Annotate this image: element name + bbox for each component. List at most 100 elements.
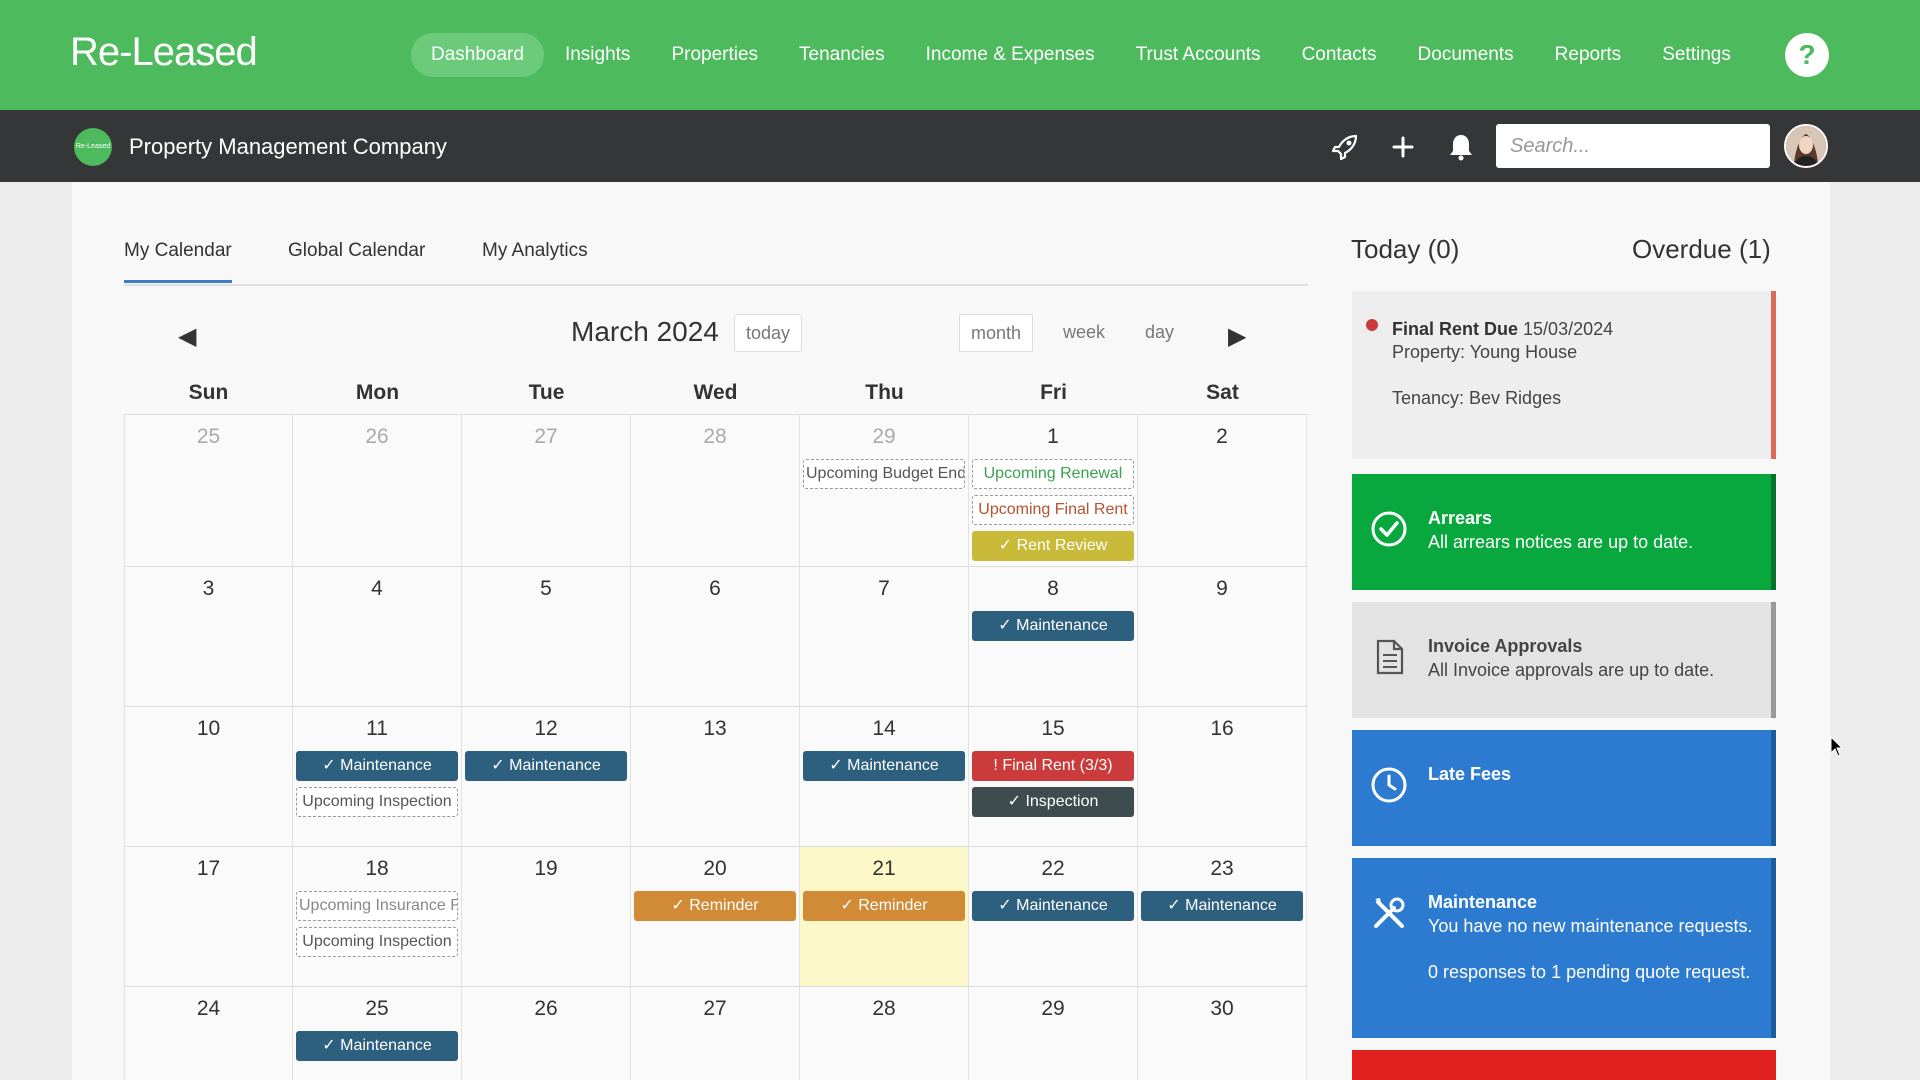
maintenance-title: Maintenance xyxy=(1428,892,1538,912)
tab-my-calendar[interactable]: My Calendar xyxy=(124,240,232,283)
arrears-card[interactable]: Arrears All arrears notices are up to da… xyxy=(1352,474,1776,590)
calendar-day[interactable]: 27 xyxy=(462,415,631,566)
search-input[interactable] xyxy=(1496,124,1770,168)
day-number: 21 xyxy=(872,857,896,880)
weekday-label: Mon xyxy=(355,381,400,404)
event-reminder[interactable]: ✓ Reminder xyxy=(803,891,965,921)
tab-my-analytics[interactable]: My Analytics xyxy=(482,240,588,262)
calendar-day[interactable]: 2 xyxy=(1138,415,1307,566)
bell-icon[interactable] xyxy=(1446,132,1476,162)
calendar-day[interactable]: 23 ✓ Maintenance xyxy=(1138,847,1307,986)
event-final-rent[interactable]: ! Final Rent (3/3) xyxy=(972,751,1134,781)
day-number: 17 xyxy=(196,857,221,880)
calendar-day[interactable]: 20 ✓ Reminder xyxy=(631,847,800,986)
app-logo[interactable]: Re-Leased xyxy=(70,30,258,75)
calendar-day[interactable]: 7 xyxy=(800,567,969,706)
invoice-approvals-card[interactable]: Invoice Approvals All Invoice approvals … xyxy=(1352,602,1776,718)
alert-card[interactable] xyxy=(1352,1050,1776,1080)
tab-global-calendar[interactable]: Global Calendar xyxy=(288,240,425,262)
calendar-day[interactable]: 16 xyxy=(1138,707,1307,846)
calendar-day[interactable]: 29 xyxy=(969,987,1138,1080)
event-maintenance[interactable]: ✓ Maintenance xyxy=(972,891,1134,921)
nav-documents[interactable]: Documents xyxy=(1398,33,1534,77)
calendar-day[interactable]: 28 xyxy=(631,415,800,566)
tools-icon xyxy=(1370,894,1408,932)
calendar-day[interactable]: 5 xyxy=(462,567,631,706)
nav-trust-accounts[interactable]: Trust Accounts xyxy=(1116,33,1281,77)
nav-properties[interactable]: Properties xyxy=(651,33,778,77)
event-upcoming-inspection[interactable]: Upcoming Inspection xyxy=(296,787,458,817)
calendar-day-today[interactable]: 21 ✓ Reminder xyxy=(800,847,969,986)
calendar-day[interactable]: 17 xyxy=(124,847,293,986)
view-day-button[interactable]: day xyxy=(1145,322,1174,343)
event-inspection[interactable]: ✓ Inspection xyxy=(972,787,1134,817)
next-month-button[interactable]: ▶ xyxy=(1228,322,1246,351)
nav-settings[interactable]: Settings xyxy=(1642,33,1751,77)
overdue-tab[interactable]: Overdue (1) xyxy=(1632,234,1771,265)
calendar-day[interactable]: 8 ✓ Maintenance xyxy=(969,567,1138,706)
calendar-day[interactable]: 12 ✓ Maintenance xyxy=(462,707,631,846)
view-week-button[interactable]: week xyxy=(1063,322,1105,343)
late-fees-card[interactable]: Late Fees xyxy=(1352,730,1776,846)
event-upcoming-insurance-renewal[interactable]: Upcoming Insurance Renewal xyxy=(296,891,458,921)
event-maintenance[interactable]: ✓ Maintenance xyxy=(803,751,965,781)
overdue-tenancy: Tenancy: Bev Ridges xyxy=(1392,388,1562,408)
weekday-label: Sat xyxy=(1206,381,1239,404)
calendar-day[interactable]: 28 xyxy=(800,987,969,1080)
event-upcoming-renewal[interactable]: Upcoming Renewal xyxy=(972,459,1134,489)
calendar-day[interactable]: 25 xyxy=(124,415,293,566)
plus-icon[interactable] xyxy=(1388,132,1418,162)
calendar-week: 25 26 27 28 29 Upcoming Budget End 1 Upc… xyxy=(124,414,1308,566)
nav-contacts[interactable]: Contacts xyxy=(1282,33,1397,77)
calendar-day[interactable]: 22 ✓ Maintenance xyxy=(969,847,1138,986)
help-icon[interactable]: ? xyxy=(1785,33,1829,77)
calendar-day[interactable]: 24 xyxy=(124,987,293,1080)
event-upcoming-final-rent[interactable]: Upcoming Final Rent xyxy=(972,495,1134,525)
event-maintenance[interactable]: ✓ Maintenance xyxy=(1141,891,1303,921)
calendar-day[interactable]: 13 xyxy=(631,707,800,846)
late-fees-title: Late Fees xyxy=(1428,764,1512,784)
event-maintenance[interactable]: ✓ Maintenance xyxy=(972,611,1134,641)
today-button[interactable]: today xyxy=(734,314,803,352)
calendar-day[interactable]: 27 xyxy=(631,987,800,1080)
company-name[interactable]: Property Management Company xyxy=(129,134,447,160)
calendar-day[interactable]: 3 xyxy=(124,567,293,706)
event-maintenance[interactable]: ✓ Maintenance xyxy=(296,1031,458,1061)
maintenance-card[interactable]: Maintenance You have no new maintenance … xyxy=(1352,858,1776,1038)
nav-tenancies[interactable]: Tenancies xyxy=(779,33,905,77)
calendar-day[interactable]: 30 xyxy=(1138,987,1307,1080)
calendar-day[interactable]: 6 xyxy=(631,567,800,706)
calendar-tabs: My Calendar Global Calendar My Analytics xyxy=(124,232,1308,286)
calendar-day[interactable]: 1 Upcoming Renewal Upcoming Final Rent ✓… xyxy=(969,415,1138,566)
day-number: 5 xyxy=(540,577,552,600)
calendar-day[interactable]: 29 Upcoming Budget End xyxy=(800,415,969,566)
calendar-day[interactable]: 26 xyxy=(293,415,462,566)
calendar-day[interactable]: 15 ! Final Rent (3/3) ✓ Inspection xyxy=(969,707,1138,846)
nav-dashboard[interactable]: Dashboard xyxy=(411,33,544,77)
event-rent-review[interactable]: ✓ Rent Review xyxy=(972,531,1134,561)
event-maintenance[interactable]: ✓ Maintenance xyxy=(296,751,458,781)
calendar-day[interactable]: 11 ✓ Maintenance Upcoming Inspection xyxy=(293,707,462,846)
nav-insights[interactable]: Insights xyxy=(545,33,650,77)
view-month-button[interactable]: month xyxy=(959,314,1034,352)
calendar-day[interactable]: 10 xyxy=(124,707,293,846)
event-maintenance[interactable]: ✓ Maintenance xyxy=(465,751,627,781)
calendar-day[interactable]: 4 xyxy=(293,567,462,706)
rocket-icon[interactable] xyxy=(1330,132,1360,162)
event-reminder[interactable]: ✓ Reminder xyxy=(634,891,796,921)
today-tab[interactable]: Today (0) xyxy=(1351,234,1459,265)
calendar-day[interactable]: 18 Upcoming Insurance Renewal Upcoming I… xyxy=(293,847,462,986)
calendar-day[interactable]: 26 xyxy=(462,987,631,1080)
user-avatar[interactable] xyxy=(1784,124,1828,168)
calendar-day[interactable]: 9 xyxy=(1138,567,1307,706)
event-upcoming-budget-end[interactable]: Upcoming Budget End xyxy=(803,459,965,489)
event-upcoming-inspection[interactable]: Upcoming Inspection xyxy=(296,927,458,957)
prev-month-button[interactable]: ◀ xyxy=(178,322,196,351)
nav-reports[interactable]: Reports xyxy=(1535,33,1642,77)
calendar-day[interactable]: 19 xyxy=(462,847,631,986)
weekday-label: Fri xyxy=(1040,381,1067,404)
calendar-day[interactable]: 14 ✓ Maintenance xyxy=(800,707,969,846)
calendar-day[interactable]: 25 ✓ Maintenance xyxy=(293,987,462,1080)
overdue-item-card[interactable]: Final Rent Due 15/03/2024 Property: Youn… xyxy=(1352,291,1776,459)
nav-income-expenses[interactable]: Income & Expenses xyxy=(906,33,1115,77)
